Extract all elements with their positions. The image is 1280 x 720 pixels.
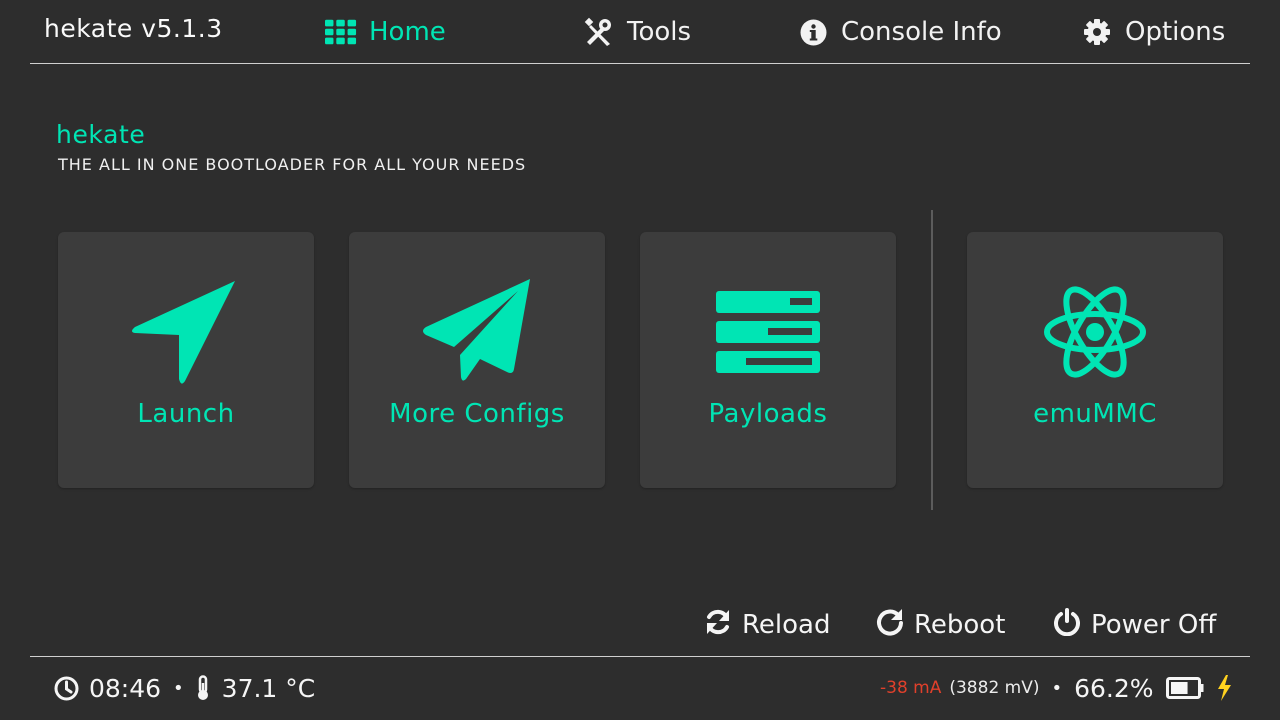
separator-dot: •	[1051, 677, 1063, 699]
emummc-label: emuMMC	[1033, 399, 1157, 429]
footer-divider	[30, 656, 1250, 657]
tab-home-label: Home	[369, 17, 446, 47]
battery-icon	[1165, 677, 1204, 699]
lightning-icon	[1216, 675, 1232, 701]
more-configs-button[interactable]: More Configs	[349, 232, 605, 488]
tab-options[interactable]: Options	[1081, 12, 1225, 52]
top-bar: hekate v5.1.3 Home Tools Console Info Op…	[0, 0, 1280, 64]
tab-console-info-label: Console Info	[841, 17, 1002, 47]
power-off-label: Power Off	[1091, 610, 1217, 640]
payloads-label: Payloads	[708, 399, 828, 429]
battery-percent: 66.2%	[1074, 673, 1154, 703]
reboot-button[interactable]: Reboot	[876, 604, 1005, 646]
page-subtitle: THE ALL IN ONE BOOTLOADER FOR ALL YOUR N…	[58, 155, 527, 174]
tab-options-label: Options	[1125, 17, 1226, 47]
reload-label: Reload	[742, 610, 831, 640]
power-icon	[1053, 607, 1081, 643]
page-title: hekate	[56, 120, 146, 149]
app-title: hekate v5.1.3	[44, 14, 223, 43]
redo-icon	[876, 608, 904, 643]
status-left: 08:46 • 37.1 °C	[54, 670, 315, 706]
reboot-label: Reboot	[914, 610, 1006, 640]
tab-tools[interactable]: Tools	[583, 12, 691, 52]
header-divider	[30, 63, 1250, 64]
thermometer-icon	[196, 675, 210, 701]
apps-icon	[325, 16, 357, 48]
clock-icon	[54, 676, 79, 701]
more-configs-label: More Configs	[389, 399, 565, 429]
separator-dot: •	[173, 677, 184, 699]
launch-button[interactable]: Launch	[58, 232, 314, 488]
payloads-button[interactable]: Payloads	[640, 232, 896, 488]
launch-label: Launch	[137, 399, 235, 429]
reload-button[interactable]: Reload	[704, 604, 830, 646]
current-readout: -38 mA	[880, 678, 942, 698]
voltage-readout: (3882 mV)	[949, 678, 1040, 698]
server-stack-icon	[713, 277, 823, 387]
emummc-button[interactable]: emuMMC	[967, 232, 1223, 488]
power-off-button[interactable]: Power Off	[1053, 604, 1216, 646]
tools-icon	[583, 16, 615, 48]
atom-icon	[1040, 277, 1150, 387]
status-right: -38 mA (3882 mV) • 66.2%	[880, 670, 1232, 706]
time-readout: 08:46	[89, 673, 162, 703]
paper-plane-icon	[422, 277, 532, 387]
tab-tools-label: Tools	[627, 17, 692, 47]
refresh-icon	[704, 608, 732, 643]
tiles-divider	[931, 210, 933, 510]
info-icon	[797, 16, 829, 48]
gear-icon	[1081, 16, 1113, 48]
temperature-readout: 37.1 °C	[221, 673, 316, 703]
tab-home[interactable]: Home	[325, 12, 446, 52]
tab-console-info[interactable]: Console Info	[797, 12, 1002, 52]
navigation-arrow-icon	[131, 277, 241, 387]
